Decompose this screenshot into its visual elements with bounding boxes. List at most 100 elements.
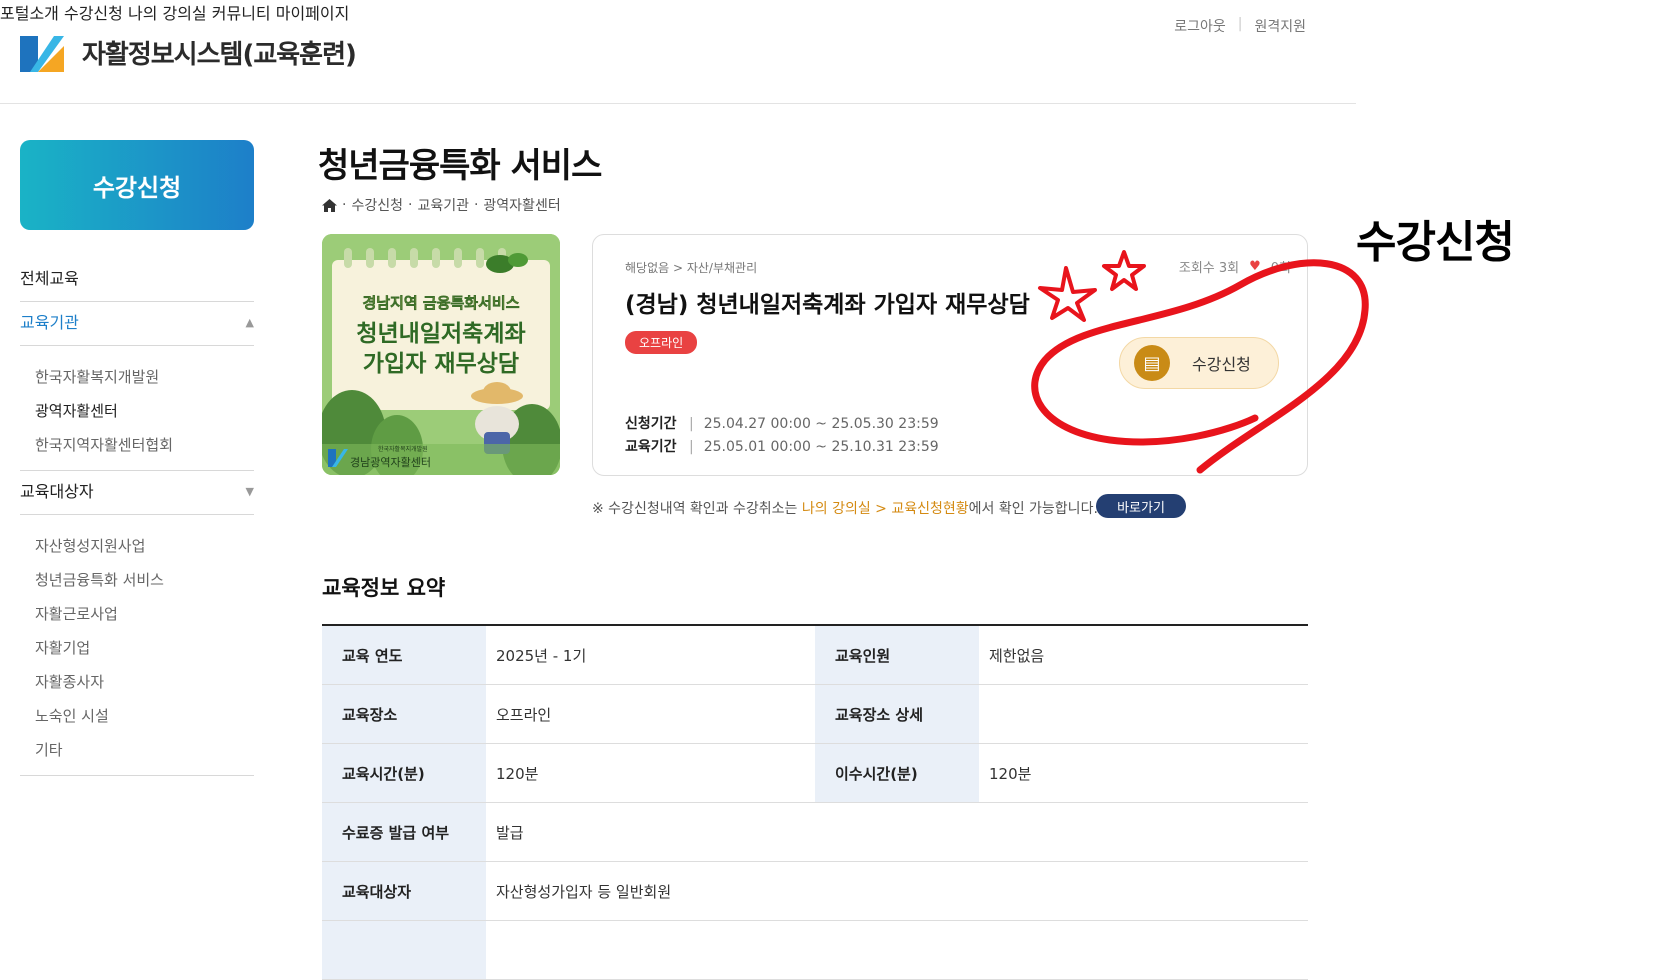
breadcrumb-item[interactable]: 수강신청	[351, 195, 403, 215]
logout-link[interactable]: 로그아웃	[1174, 16, 1226, 36]
nav-mypage[interactable]: 마이페이지	[276, 4, 350, 23]
table-header-cell: 교육대상자	[322, 862, 486, 920]
home-icon[interactable]	[322, 198, 337, 212]
edu-period-row: 교육기간 | 25.05.01 00:00 ~ 25.10.31 23:59	[625, 436, 939, 456]
table-cell: 120분	[496, 764, 539, 783]
sidebar-item-all[interactable]: 전체교육	[20, 258, 254, 302]
annotation-label: 수강신청	[1356, 217, 1515, 268]
divider: |	[689, 439, 694, 455]
table-row: 교육시간(분) 120분 이수시간(분) 120분	[322, 744, 1308, 803]
brand-title[interactable]: 자활정보시스템(교육훈련)	[82, 34, 357, 71]
apply-period-value: 25.04.27 00:00 ~ 25.05.30 23:59	[703, 416, 939, 432]
table-header-cell: 교육장소 상세	[815, 685, 979, 743]
table-row: 교육장소 오프라인 교육장소 상세	[322, 685, 1308, 744]
site-logo[interactable]	[20, 30, 64, 72]
table-cell: 120분	[989, 764, 1032, 783]
notice-prefix: ※ 수강신청내역 확인과 수강취소는	[592, 501, 802, 517]
thumbnail-line1: 경남지역 금융특화서비스	[362, 294, 520, 313]
apply-period-label: 신청기간	[625, 416, 677, 432]
nav-community[interactable]: 커뮤니티	[212, 4, 271, 23]
edu-period-label: 교육기간	[625, 439, 677, 455]
sidebar-sub-item[interactable]: 기타	[35, 733, 254, 767]
site-header: 자활정보시스템(교육훈련) 로그아웃 | 원격지원 포털소개 수강신청 나의 강…	[0, 0, 1356, 104]
sidebar-sub-item[interactable]: 자활기업	[35, 631, 254, 665]
course-category: 해당없음 > 자산/부채관리	[625, 261, 758, 275]
nav-my-classroom[interactable]: 나의 강의실	[128, 4, 207, 23]
sidebar-sub-item[interactable]: 노숙인 시설	[35, 699, 254, 733]
sidebar-sub-item[interactable]: 자활근로사업	[35, 597, 254, 631]
course-thumbnail: 경남지역 금융특화서비스 청년내일저축계좌 가입자 재무상담 한국자활복지개발원…	[322, 234, 560, 475]
sidebar-item-label: 교육기관	[20, 313, 79, 332]
like-count: 0회	[1270, 261, 1291, 276]
thumbnail-org-small: 한국자활복지개발원	[378, 446, 428, 453]
go-button[interactable]: 바로가기	[1096, 494, 1186, 518]
remote-support-link[interactable]: 원격지원	[1254, 16, 1306, 36]
table-header-cell: 수료증 발급 여부	[322, 803, 486, 861]
sidebar: 수강신청 전체교육 교육기관 ▲ 한국자활복지개발원 광역자활센터 한국지역자활…	[20, 140, 254, 776]
sidebar-sub-item[interactable]: 자산형성지원사업	[35, 529, 254, 563]
util-divider: |	[1237, 16, 1243, 32]
sidebar-target-submenu: 자산형성지원사업 청년금융특화 서비스 자활근로사업 자활기업 자활종사자 노숙…	[20, 515, 254, 776]
sidebar-sub-item[interactable]: 자활종사자	[35, 665, 254, 699]
course-apply-label: 수강신청	[1192, 355, 1251, 374]
apply-icon: ▤	[1134, 345, 1170, 381]
breadcrumb: · 수강신청 · 교육기관 · 광역자활센터	[322, 195, 561, 215]
sidebar-sub-item[interactable]: 한국지역자활센터협회	[35, 428, 254, 462]
notice-suffix: 에서 확인 가능합니다.	[968, 501, 1098, 517]
table-row-partial	[322, 921, 1308, 980]
sidebar-item-label: 교육대상자	[20, 482, 94, 501]
sidebar-item-org[interactable]: 교육기관 ▲	[20, 302, 254, 346]
course-apply-button[interactable]: ▤ 수강신청	[1119, 337, 1279, 389]
thumbnail-line3: 가입자 재무상담	[362, 351, 520, 377]
sidebar-sub-item-current[interactable]: 광역자활센터	[35, 394, 254, 428]
main-nav: 포털소개 수강신청 나의 강의실 커뮤니티 마이페이지	[0, 0, 1356, 24]
course-title: (경남) 청년내일저축계좌 가입자 재무상담	[625, 292, 1030, 318]
table-cell	[979, 685, 1308, 743]
summary-table: 교육 연도 2025년 - 1기 교육인원 제한없음 교육장소 오프라인 교육장…	[322, 624, 1308, 980]
table-cell: 자산형성가입자 등 일반회원	[496, 882, 672, 901]
sidebar-sub-item[interactable]: 한국자활복지개발원	[35, 360, 254, 394]
course-card: 해당없음 > 자산/부채관리 (경남) 청년내일저축계좌 가입자 재무상담 오프…	[592, 234, 1308, 476]
chevron-down-icon: ▼	[245, 485, 254, 498]
view-count: 조회수 3회	[1178, 261, 1240, 276]
table-header-cell: 이수시간(분)	[815, 744, 979, 802]
table-row: 교육대상자 자산형성가입자 등 일반회원	[322, 862, 1308, 921]
sidebar-sub-item[interactable]: 청년금융특화 서비스	[35, 563, 254, 597]
course-stats: 조회수 3회 ♥ 0회	[1179, 257, 1291, 276]
nav-portal-intro[interactable]: 포털소개	[0, 4, 59, 23]
divider: |	[689, 416, 694, 432]
sidebar-title: 수강신청	[20, 140, 254, 230]
nav-course-apply[interactable]: 수강신청	[64, 4, 123, 23]
thumbnail-line2: 청년내일저축계좌	[356, 321, 526, 347]
thumbnail-org: 경남광역자활센터	[350, 456, 431, 469]
table-row: 수료증 발급 여부 발급	[322, 803, 1308, 862]
edu-period-value: 25.05.01 00:00 ~ 25.10.31 23:59	[703, 439, 939, 455]
table-header-cell	[322, 921, 486, 979]
table-cell: 발급	[496, 823, 524, 842]
table-cell: 2025년 - 1기	[496, 646, 587, 665]
table-header-cell: 교육 연도	[322, 626, 486, 684]
notice-link-text[interactable]: 나의 강의실 > 교육신청현황	[802, 501, 969, 517]
heart-icon[interactable]: ♥	[1249, 259, 1261, 274]
table-header-cell: 교육시간(분)	[322, 744, 486, 802]
breadcrumb-separator: ·	[473, 197, 479, 213]
section-title: 교육정보 요약	[322, 576, 446, 600]
sidebar-org-submenu: 한국자활복지개발원 광역자활센터 한국지역자활센터협회	[20, 346, 254, 471]
table-row: 교육 연도 2025년 - 1기 교육인원 제한없음	[322, 626, 1308, 685]
sidebar-item-target[interactable]: 교육대상자 ▼	[20, 471, 254, 515]
table-cell: 오프라인	[496, 705, 552, 724]
breadcrumb-item[interactable]: 광역자활센터	[483, 195, 560, 215]
notice-text: ※ 수강신청내역 확인과 수강취소는 나의 강의실 > 교육신청현황에서 확인 …	[592, 498, 1098, 518]
apply-period-row: 신청기간 | 25.04.27 00:00 ~ 25.05.30 23:59	[625, 413, 939, 433]
status-badge: 오프라인	[625, 331, 698, 354]
breadcrumb-item[interactable]: 교육기관	[417, 195, 469, 215]
table-cell: 제한없음	[989, 646, 1045, 665]
page-title: 청년금융특화 서비스	[318, 146, 602, 186]
table-cell	[486, 921, 1308, 979]
utility-links: 로그아웃 | 원격지원	[1174, 16, 1306, 36]
table-header-cell: 교육장소	[322, 685, 486, 743]
breadcrumb-separator: ·	[342, 197, 347, 213]
sidebar-menu: 전체교육 교육기관 ▲ 한국자활복지개발원 광역자활센터 한국지역자활센터협회 …	[20, 258, 254, 776]
table-header-cell: 교육인원	[815, 626, 979, 684]
breadcrumb-separator: ·	[407, 197, 413, 213]
